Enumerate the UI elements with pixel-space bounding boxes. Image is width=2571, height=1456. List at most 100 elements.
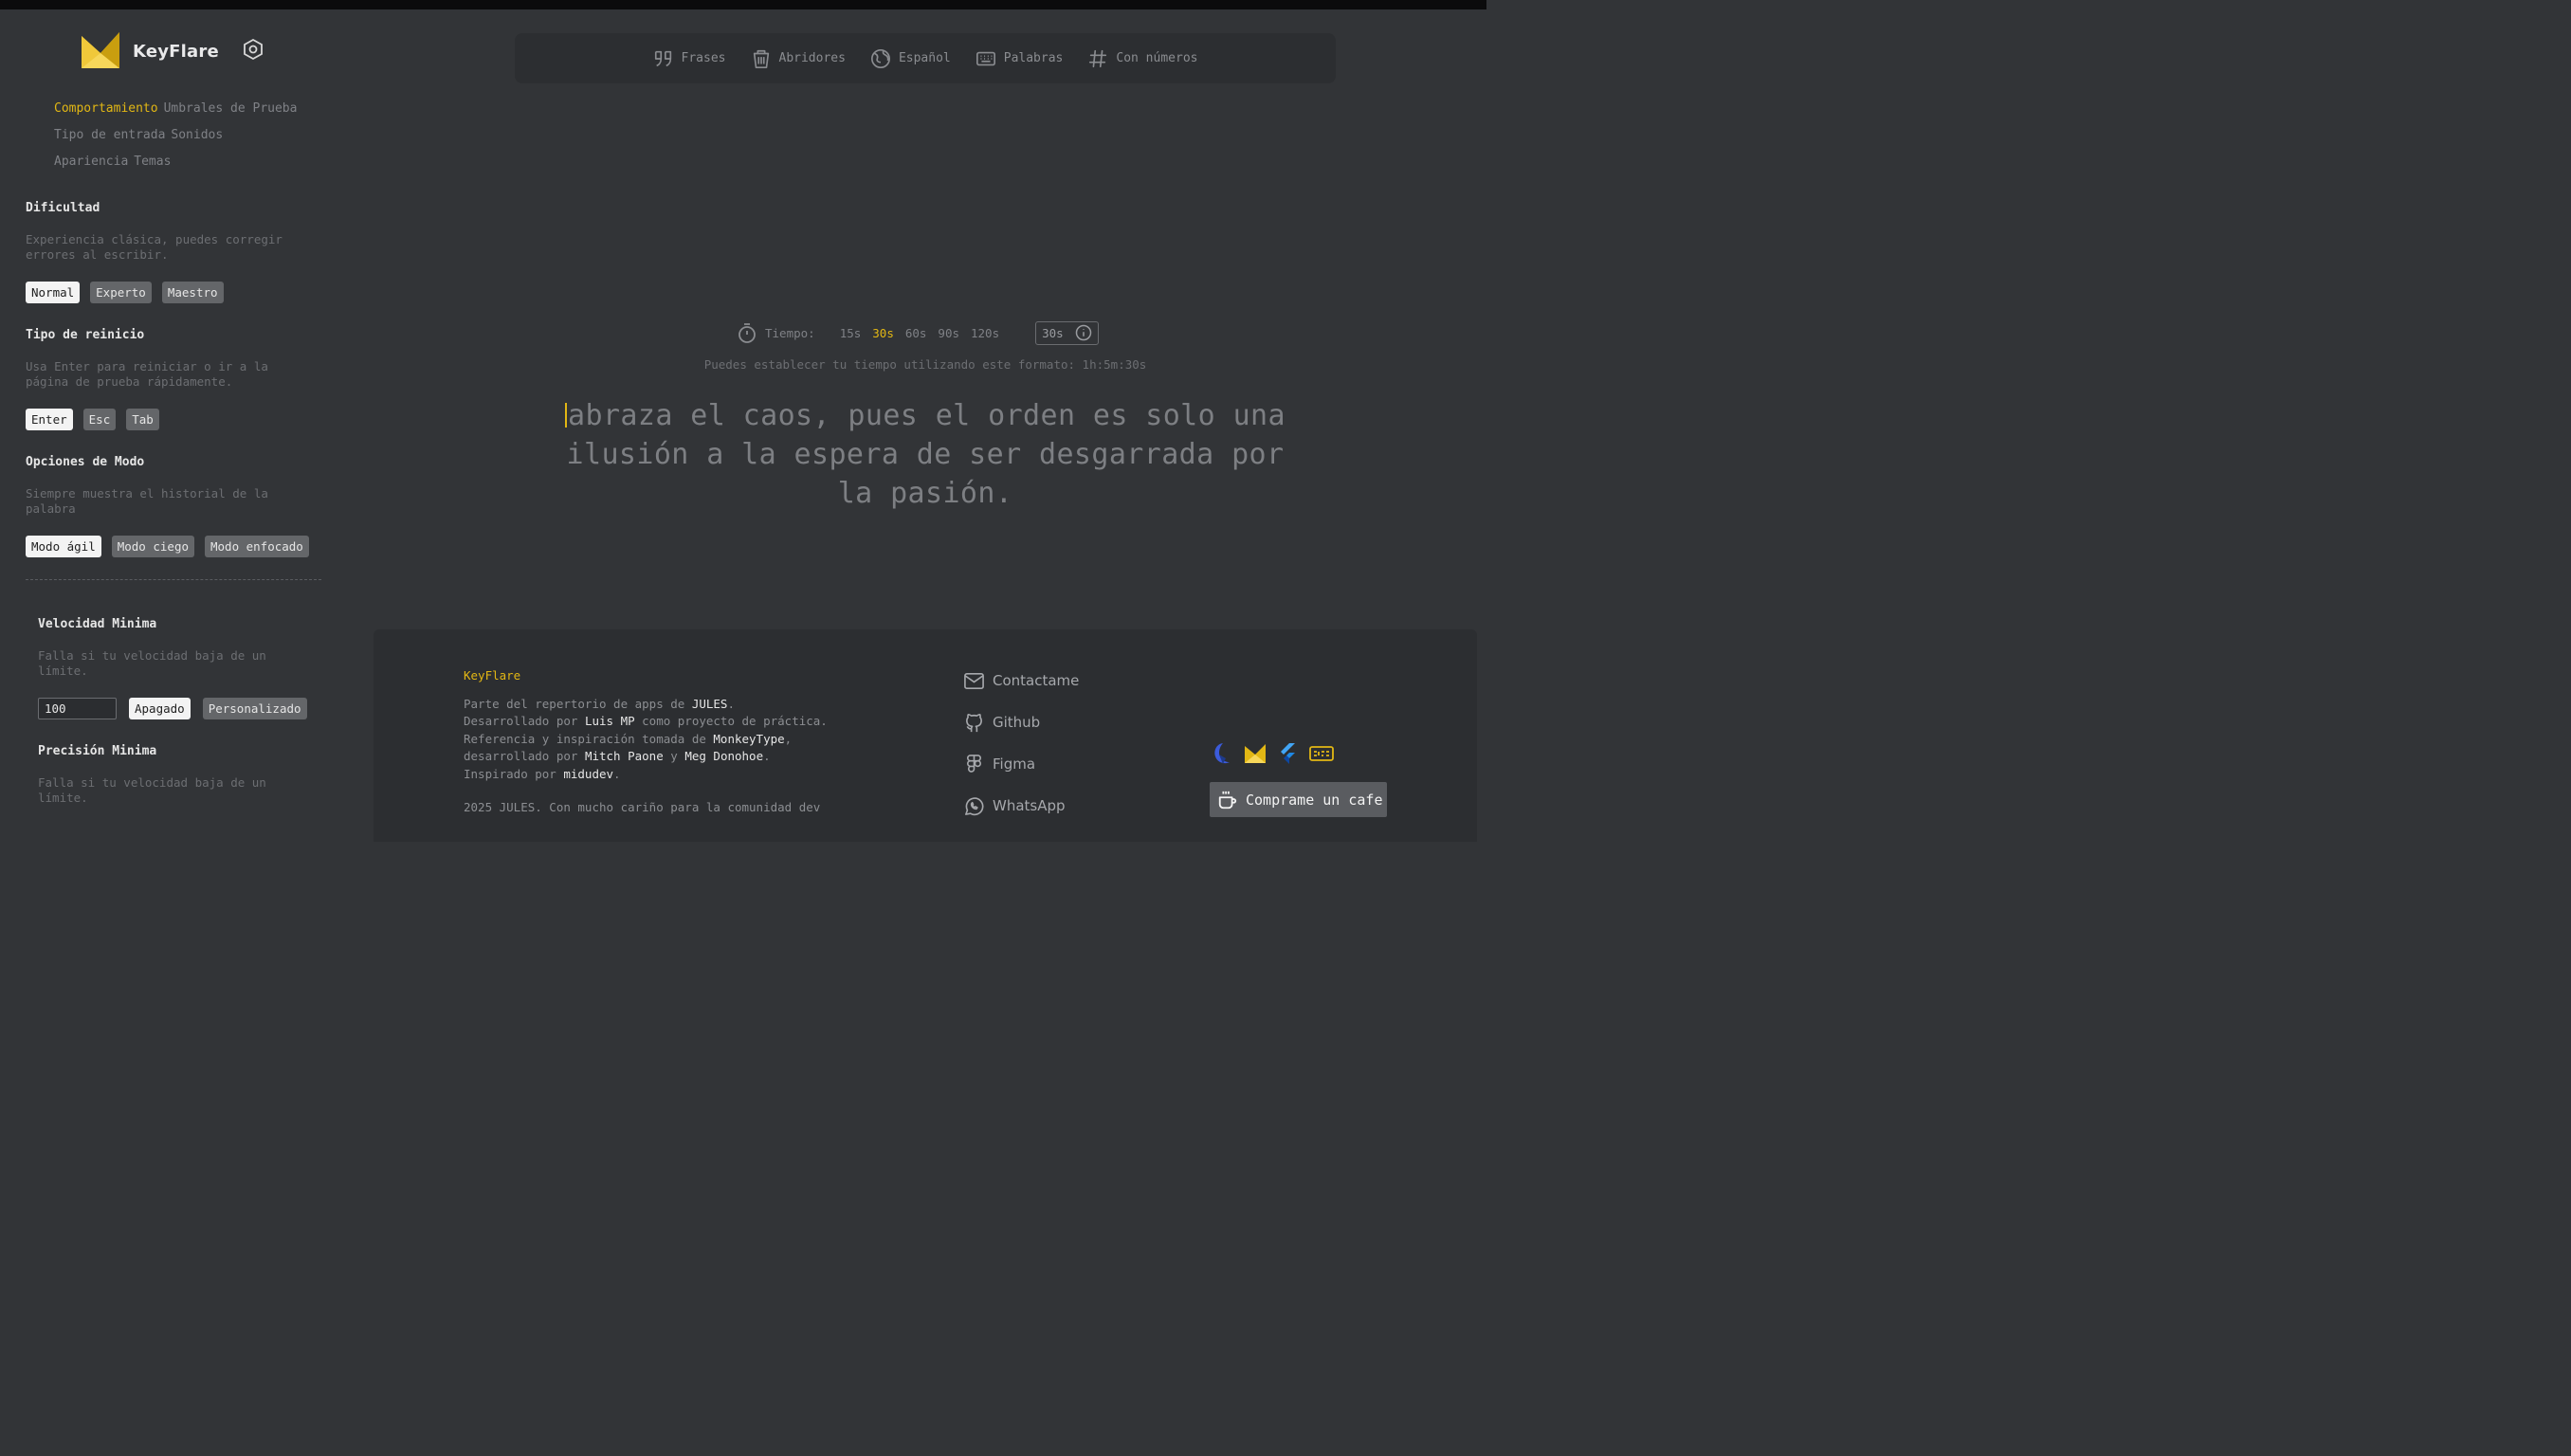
- mode-options-section: Opciones de Modo Siempre muestra el hist…: [26, 455, 329, 557]
- footer-copyright: 2025 JULES. Con mucho cariño para la com…: [464, 800, 821, 814]
- github-link[interactable]: Github: [963, 709, 1079, 736]
- restart-enter-button[interactable]: Enter: [26, 409, 73, 430]
- mode-abridores[interactable]: Abridores: [751, 48, 846, 69]
- brand-name: KeyFlare: [133, 41, 219, 62]
- mail-icon: [964, 672, 984, 689]
- section-title: Opciones de Modo: [26, 455, 145, 469]
- min-speed-personalizado-button[interactable]: Personalizado: [202, 698, 307, 719]
- settings-nav-row: Tipo de entrada Sonidos: [54, 121, 338, 148]
- figma-link[interactable]: Figma: [963, 751, 1079, 777]
- mitch-paone-link[interactable]: Mitch Paone: [585, 749, 664, 763]
- mode-label: Con números: [1116, 51, 1198, 65]
- whatsapp-link[interactable]: WhatsApp: [963, 792, 1079, 819]
- nav-temas[interactable]: Temas: [134, 155, 171, 169]
- footer-text: desarrollado por: [464, 749, 585, 763]
- time-selector: Tiempo: 15s 30s 60s 90s 120s 30s: [738, 320, 1100, 345]
- difficulty-experto-button[interactable]: Experto: [90, 282, 152, 303]
- time-60s[interactable]: 60s: [905, 326, 927, 340]
- section-title: Precisión Minima: [38, 744, 157, 758]
- footer: KeyFlare Parte del repertorio de apps de…: [374, 629, 1477, 842]
- midudev-link[interactable]: midudev: [563, 767, 613, 781]
- buy-coffee-label: Comprame un cafe: [1246, 791, 1383, 809]
- link-label: Figma: [993, 755, 1036, 773]
- option-group: Normal Experto Maestro: [26, 282, 329, 303]
- moon-logo-icon[interactable]: [1210, 741, 1234, 766]
- nav-umbrales[interactable]: Umbrales de Prueba: [164, 101, 298, 116]
- section-description: Experiencia clásica, puedes corregir err…: [26, 232, 283, 262]
- brand[interactable]: KeyFlare: [80, 32, 219, 70]
- keyboard-logo-icon[interactable]: [1309, 741, 1334, 766]
- mode-ciego-button[interactable]: Modo ciego: [111, 536, 194, 557]
- footer-text: Desarrollado por: [464, 714, 585, 728]
- typing-caret: [565, 403, 568, 428]
- difficulty-normal-button[interactable]: Normal: [26, 282, 81, 303]
- time-format-hint: Puedes establecer tu tiempo utilizando e…: [703, 357, 1147, 372]
- restart-section: Tipo de reinicio Usa Enter para reinicia…: [26, 328, 329, 430]
- mode-frases[interactable]: Frases: [653, 48, 726, 69]
- mode-bar: Frases Abridores Español Palabras Con nú…: [515, 33, 1336, 83]
- footer-line: desarrollado por Mitch Paone y Meg Donoh…: [464, 748, 828, 766]
- keyboard-icon: [976, 51, 995, 65]
- app-logos: [1210, 741, 1334, 766]
- flutter-logo-icon[interactable]: [1276, 741, 1301, 766]
- time-120s[interactable]: 120s: [971, 326, 999, 340]
- mode-palabras[interactable]: Palabras: [976, 48, 1064, 69]
- footer-text: Referencia y inspiración tomada de: [464, 731, 714, 746]
- mode-enfocado-button[interactable]: Modo enfocado: [205, 536, 309, 557]
- mode-agil-button[interactable]: Modo ágil: [26, 536, 101, 557]
- footer-text: Parte del repertorio de apps de: [464, 696, 692, 711]
- author-link[interactable]: Luis MP: [585, 714, 635, 728]
- settings-icon[interactable]: [242, 38, 264, 61]
- option-group: Apagado Personalizado: [38, 698, 341, 719]
- section-title: Dificultad: [26, 201, 100, 215]
- time-30s[interactable]: 30s: [872, 326, 894, 340]
- footer-line: Desarrollado por Luis MP como proyecto d…: [464, 713, 828, 731]
- divider: [26, 579, 321, 580]
- mode-label: Palabras: [1003, 51, 1064, 65]
- settings-sidebar: KeyFlare Comportamiento Umbrales de Prue…: [0, 9, 374, 842]
- info-icon[interactable]: [1075, 324, 1092, 341]
- section-title: Tipo de reinicio: [26, 328, 145, 342]
- footer-text: como proyecto de práctica.: [634, 714, 828, 728]
- time-90s[interactable]: 90s: [938, 326, 959, 340]
- buy-coffee-button[interactable]: Comprame un cafe: [1210, 782, 1387, 817]
- whatsapp-icon: [965, 796, 984, 815]
- option-group: Modo ágil Modo ciego Modo enfocado: [26, 536, 329, 557]
- footer-text: .: [763, 749, 771, 763]
- footer-line: Referencia y inspiración tomada de Monke…: [464, 731, 828, 749]
- settings-nav-row: Apariencia Temas: [54, 148, 338, 174]
- footer-text: .: [727, 696, 735, 711]
- min-speed-input[interactable]: [38, 698, 117, 719]
- difficulty-section: Dificultad Experiencia clásica, puedes c…: [26, 201, 329, 303]
- time-label: Tiempo:: [765, 325, 815, 340]
- time-15s[interactable]: 15s: [840, 326, 862, 340]
- monkeytype-link[interactable]: MonkeyType: [713, 732, 784, 746]
- section-description: Falla si tu velocidad baja de un límite.: [38, 775, 266, 805]
- meg-donohoe-link[interactable]: Meg Donohoe: [684, 749, 763, 763]
- section-description: Siempre muestra el historial de la palab…: [26, 486, 268, 516]
- difficulty-maestro-button[interactable]: Maestro: [161, 282, 224, 303]
- typing-text-area[interactable]: abraza el caos, pues el orden es solo un…: [553, 396, 1298, 513]
- bucket-icon: [753, 49, 769, 68]
- contact-link[interactable]: Contactame: [963, 667, 1079, 694]
- restart-tab-button[interactable]: Tab: [126, 409, 159, 430]
- mode-espanol[interactable]: Español: [870, 48, 951, 69]
- min-speed-section: Velocidad Minima Falla si tu velocidad b…: [38, 617, 341, 719]
- figma-icon: [967, 754, 982, 773]
- min-speed-apagado-button[interactable]: Apagado: [129, 698, 191, 719]
- custom-time-input[interactable]: 30s: [1035, 320, 1100, 345]
- footer-info: KeyFlare Parte del repertorio de apps de…: [464, 667, 828, 817]
- footer-links: Contactame Github Figma WhatsApp: [963, 667, 1079, 819]
- jules-link[interactable]: JULES: [692, 697, 728, 711]
- globe-icon: [870, 48, 890, 68]
- link-label: Github: [993, 714, 1041, 731]
- nav-apariencia[interactable]: Apariencia: [54, 155, 128, 169]
- mode-con-numeros[interactable]: Con números: [1087, 48, 1197, 69]
- footer-text: ,: [784, 731, 793, 746]
- nav-tipo-entrada[interactable]: Tipo de entrada: [54, 128, 165, 142]
- nav-comportamiento[interactable]: Comportamiento: [54, 101, 158, 116]
- keyflare-small-logo-icon[interactable]: [1243, 741, 1267, 766]
- restart-esc-button[interactable]: Esc: [82, 409, 117, 430]
- nav-sonidos[interactable]: Sonidos: [171, 128, 223, 142]
- typing-words: abraza el caos, pues el orden es solo un…: [566, 399, 1286, 510]
